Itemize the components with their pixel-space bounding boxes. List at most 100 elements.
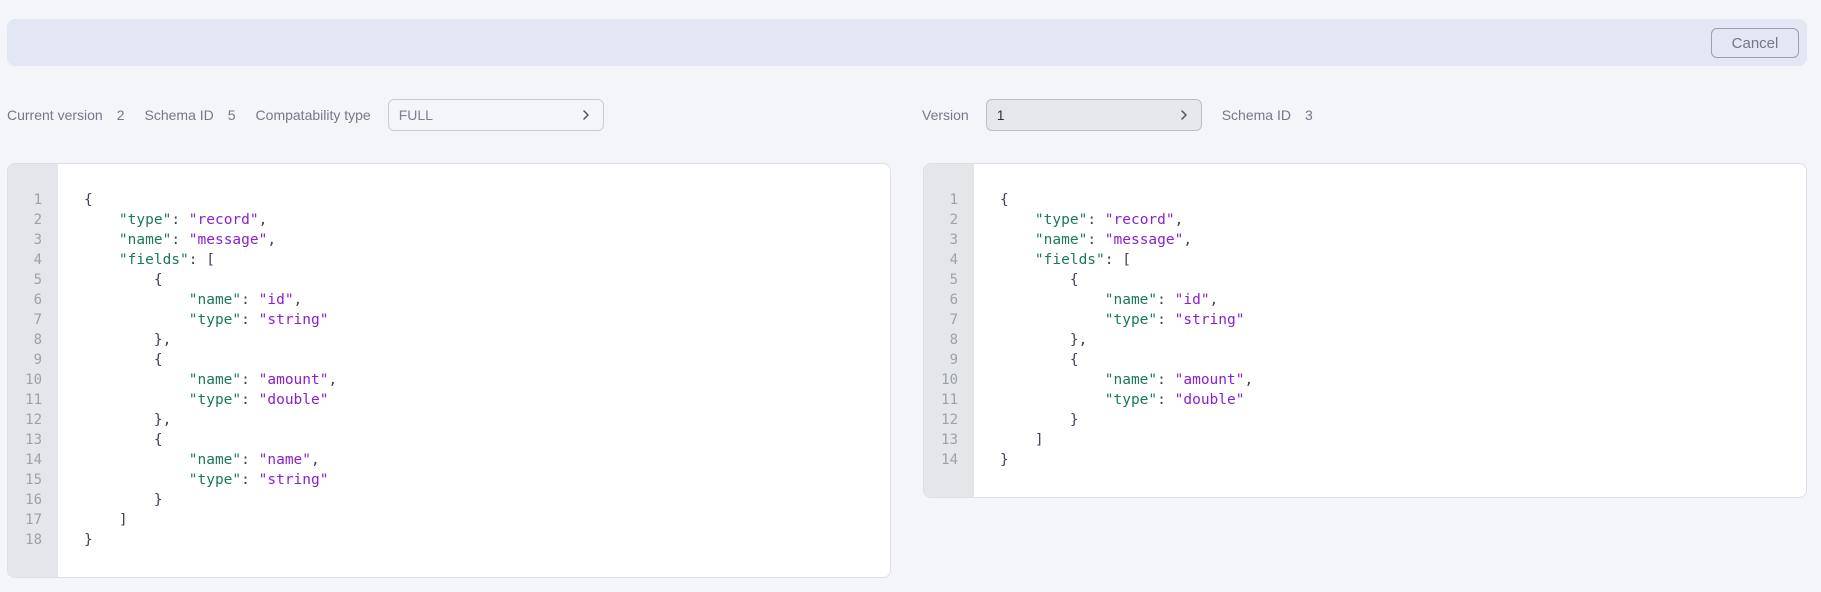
code-line: 14 "name": "name", bbox=[8, 450, 890, 470]
json-string: "amount" bbox=[1174, 372, 1245, 388]
current-version-label: Current version bbox=[7, 107, 103, 123]
json-punct: } bbox=[84, 532, 93, 548]
chevron-right-icon bbox=[1180, 110, 1187, 120]
schema-id-label: Schema ID bbox=[144, 107, 214, 123]
line-number: 4 bbox=[33, 252, 42, 268]
code-line: 4 "fields": [ bbox=[8, 250, 890, 270]
json-string: "string" bbox=[1174, 312, 1245, 328]
line-number: 15 bbox=[25, 472, 42, 488]
version-label: Version bbox=[922, 107, 969, 123]
code-text: }, bbox=[84, 330, 171, 350]
json-key: "name" bbox=[1034, 232, 1088, 248]
code-lines: 1{2 "type": "record", 3 "name": "message"… bbox=[8, 190, 890, 550]
json-punct: , bbox=[258, 212, 268, 228]
code-line: 11 "type": "double" bbox=[8, 390, 890, 410]
code-line: 9 { bbox=[924, 350, 1806, 370]
line-number: 11 bbox=[941, 392, 958, 408]
code-line: 10 "name": "amount", bbox=[924, 370, 1806, 390]
line-number: 13 bbox=[941, 432, 958, 448]
json-punct: }, bbox=[1069, 332, 1088, 348]
json-punct: , bbox=[311, 452, 320, 468]
json-key: "type" bbox=[1104, 392, 1158, 408]
json-string: "double" bbox=[1174, 392, 1245, 408]
code-text: "fields": [ bbox=[84, 250, 215, 270]
current-schema-meta: Current version 2 Schema ID 5 Compatabil… bbox=[7, 98, 604, 132]
code-line: 11 "type": "double" bbox=[924, 390, 1806, 410]
json-punct: : bbox=[1087, 232, 1105, 248]
json-key: "name" bbox=[1104, 292, 1158, 308]
line-number: 3 bbox=[33, 232, 42, 248]
json-punct: : [ bbox=[1104, 252, 1131, 268]
json-punct: , bbox=[1244, 372, 1254, 388]
line-number: 1 bbox=[949, 192, 958, 208]
code-text: } bbox=[84, 490, 163, 510]
code-text: } bbox=[84, 530, 93, 550]
code-text: "type": "double" bbox=[1000, 390, 1245, 410]
json-key: "name" bbox=[188, 292, 242, 308]
code-text: "name": "id", bbox=[84, 290, 303, 310]
json-punct: : bbox=[241, 292, 259, 308]
json-punct: { bbox=[153, 432, 163, 448]
code-line: 12 }, bbox=[8, 410, 890, 430]
compare-schema-meta: Version 1 Schema ID 3 bbox=[922, 98, 1313, 132]
json-key: "type" bbox=[1104, 312, 1158, 328]
code-line: 13 { bbox=[8, 430, 890, 450]
code-text: "name": "id", bbox=[1000, 290, 1219, 310]
current-schema-editor[interactable]: 1{2 "type": "record", 3 "name": "message"… bbox=[7, 163, 891, 578]
json-key: "type" bbox=[118, 212, 172, 228]
code-line: 8 }, bbox=[924, 330, 1806, 350]
line-number: 7 bbox=[33, 312, 42, 328]
compatibility-type-select[interactable]: FULL bbox=[387, 99, 604, 131]
json-punct: , bbox=[328, 372, 338, 388]
json-punct: ] bbox=[118, 512, 128, 528]
compare-schema-editor[interactable]: 1{2 "type": "record", 3 "name": "message"… bbox=[923, 163, 1807, 498]
line-number: 2 bbox=[33, 212, 42, 228]
code-lines: 1{2 "type": "record", 3 "name": "message"… bbox=[924, 190, 1806, 470]
line-number: 1 bbox=[33, 192, 42, 208]
json-punct: : bbox=[1087, 212, 1105, 228]
code-text: } bbox=[1000, 450, 1009, 470]
json-string: "name" bbox=[258, 452, 312, 468]
json-string: "record" bbox=[1104, 212, 1175, 228]
json-string: "string" bbox=[258, 312, 329, 328]
compatibility-type-value: FULL bbox=[398, 107, 433, 123]
code-text: }, bbox=[1000, 330, 1087, 350]
code-text: "name": "amount", bbox=[1000, 370, 1253, 390]
json-punct: : bbox=[241, 372, 259, 388]
code-text: "name": "message", bbox=[1000, 230, 1192, 250]
code-line: 2 "type": "record", bbox=[924, 210, 1806, 230]
line-number: 14 bbox=[25, 452, 42, 468]
line-number: 6 bbox=[949, 292, 958, 308]
code-line: 9 { bbox=[8, 350, 890, 370]
json-key: "type" bbox=[1034, 212, 1088, 228]
json-punct: : bbox=[241, 452, 259, 468]
version-select[interactable]: 1 bbox=[985, 99, 1202, 131]
json-punct: } bbox=[1000, 452, 1009, 468]
line-number: 12 bbox=[25, 412, 42, 428]
toolbar: Cancel bbox=[7, 19, 1807, 66]
json-punct: { bbox=[84, 192, 93, 208]
code-text: "fields": [ bbox=[1000, 250, 1131, 270]
line-number: 6 bbox=[33, 292, 42, 308]
json-string: "id" bbox=[258, 292, 294, 308]
json-key: "name" bbox=[118, 232, 172, 248]
code-line: 6 "name": "id", bbox=[8, 290, 890, 310]
code-text: "name": "message", bbox=[84, 230, 276, 250]
code-line: 17 ] bbox=[8, 510, 890, 530]
cancel-button[interactable]: Cancel bbox=[1711, 28, 1799, 58]
schema-id-value: 3 bbox=[1304, 107, 1313, 123]
line-number: 11 bbox=[25, 392, 42, 408]
json-string: "message" bbox=[1104, 232, 1184, 248]
code-line: 3 "name": "message", bbox=[8, 230, 890, 250]
code-line: 16 } bbox=[8, 490, 890, 510]
code-text: }, bbox=[84, 410, 171, 430]
code-text: "name": "amount", bbox=[84, 370, 337, 390]
line-number: 2 bbox=[949, 212, 958, 228]
code-text: "name": "name", bbox=[84, 450, 320, 470]
line-number: 10 bbox=[25, 372, 42, 388]
json-key: "type" bbox=[188, 392, 242, 408]
json-punct: }, bbox=[153, 412, 172, 428]
version-value: 1 bbox=[996, 107, 1005, 123]
json-punct: } bbox=[1069, 412, 1079, 428]
line-number: 7 bbox=[949, 312, 958, 328]
